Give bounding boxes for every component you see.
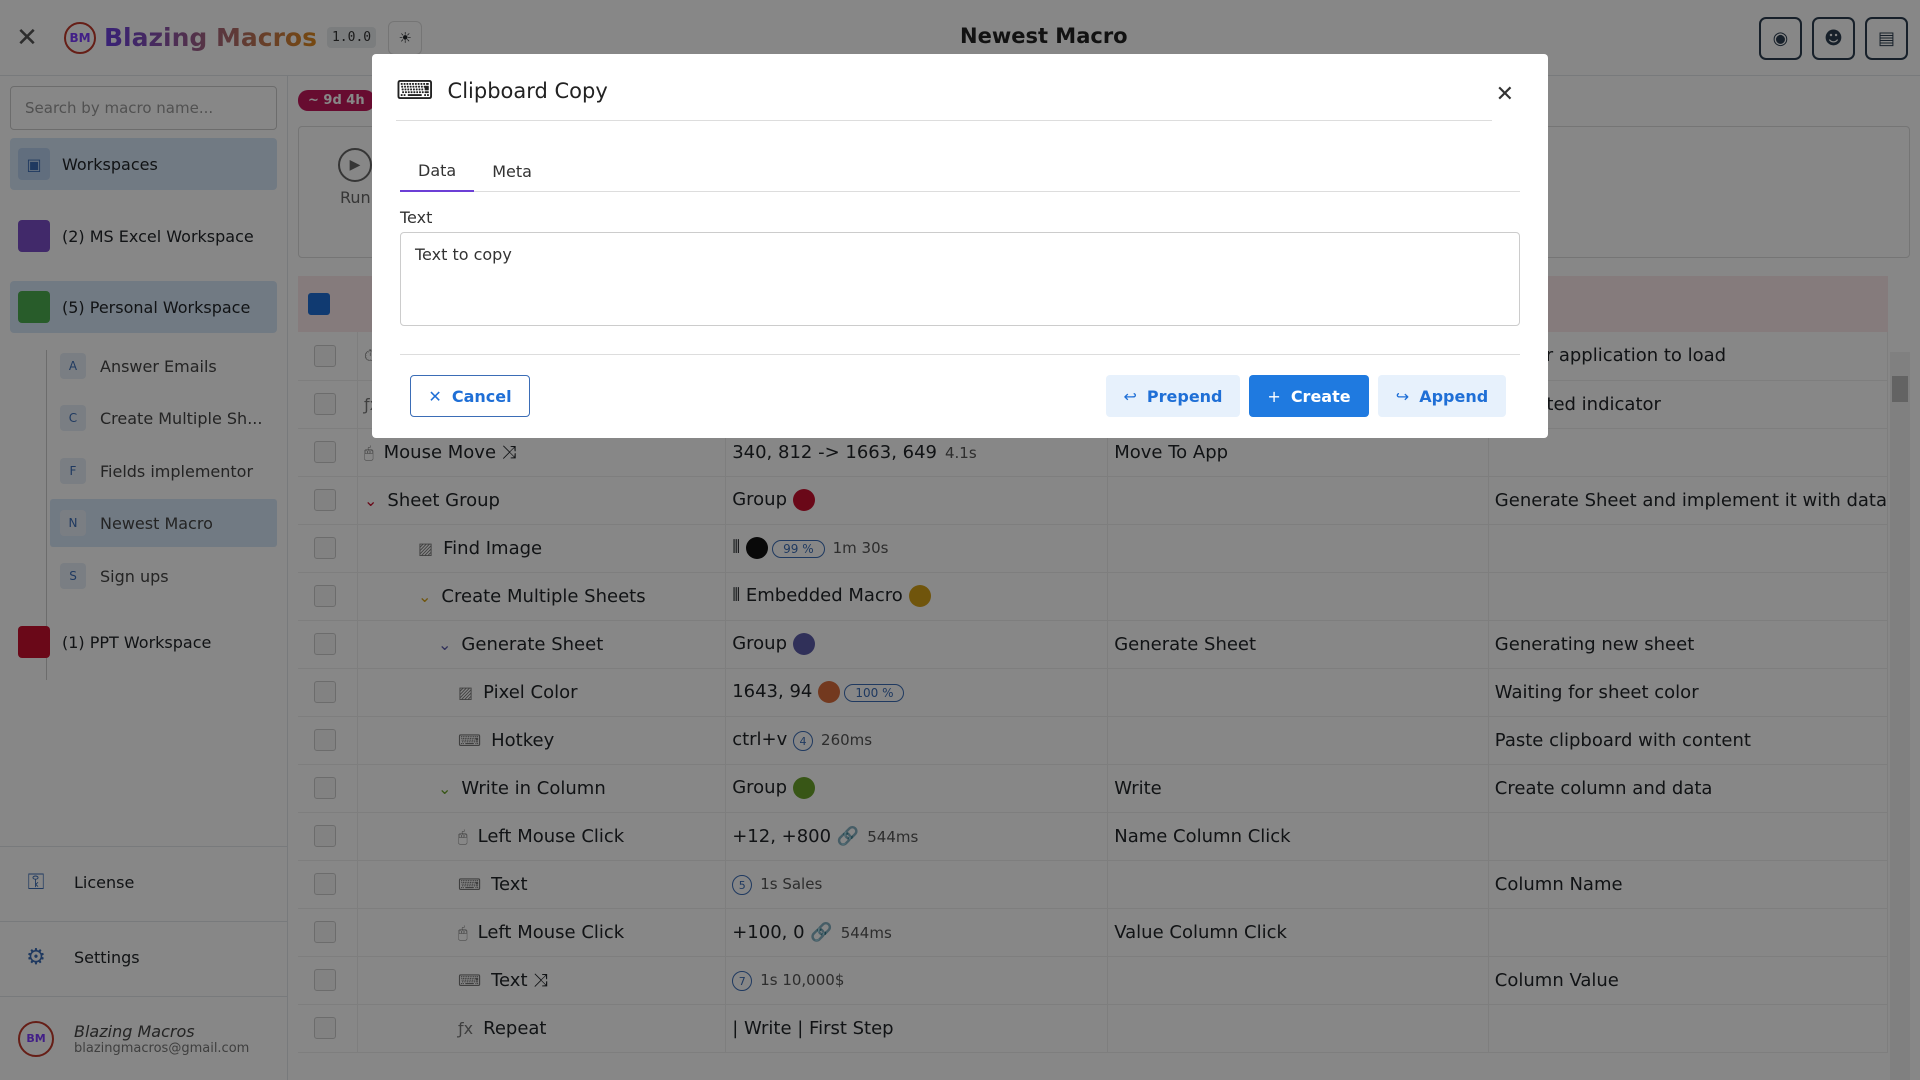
plus-icon: +: [1267, 386, 1281, 406]
clipboard-copy-dialog: ⌨ Clipboard Copy ✕ Data Meta Text Text t…: [372, 54, 1548, 438]
arrow-left-icon: ↩: [1123, 386, 1137, 406]
text-input[interactable]: Text to copy: [400, 232, 1520, 326]
keyboard-icon: ⌨: [396, 76, 434, 106]
divider: [400, 354, 1520, 355]
prepend-button[interactable]: ↩ Prepend: [1106, 375, 1240, 417]
text-field-label: Text: [400, 208, 433, 227]
create-button[interactable]: + Create: [1249, 375, 1369, 417]
close-icon: ✕: [428, 386, 442, 406]
tab-meta[interactable]: Meta: [474, 150, 550, 192]
dialog-title-text: Clipboard Copy: [447, 79, 608, 103]
dialog-title: ⌨ Clipboard Copy: [396, 76, 608, 106]
close-icon[interactable]: ✕: [1496, 82, 1514, 107]
cancel-label: Cancel: [451, 386, 512, 406]
tab-data[interactable]: Data: [400, 150, 475, 192]
append-label: Append: [1419, 386, 1489, 406]
dialog-tabs: Data Meta: [400, 150, 1520, 192]
prepend-label: Prepend: [1146, 386, 1223, 406]
cancel-button[interactable]: ✕ Cancel: [410, 375, 530, 417]
arrow-right-icon: ↪: [1395, 386, 1410, 406]
create-label: Create: [1290, 386, 1351, 406]
append-button[interactable]: ↪ Append: [1378, 375, 1506, 417]
divider: [396, 120, 1492, 121]
